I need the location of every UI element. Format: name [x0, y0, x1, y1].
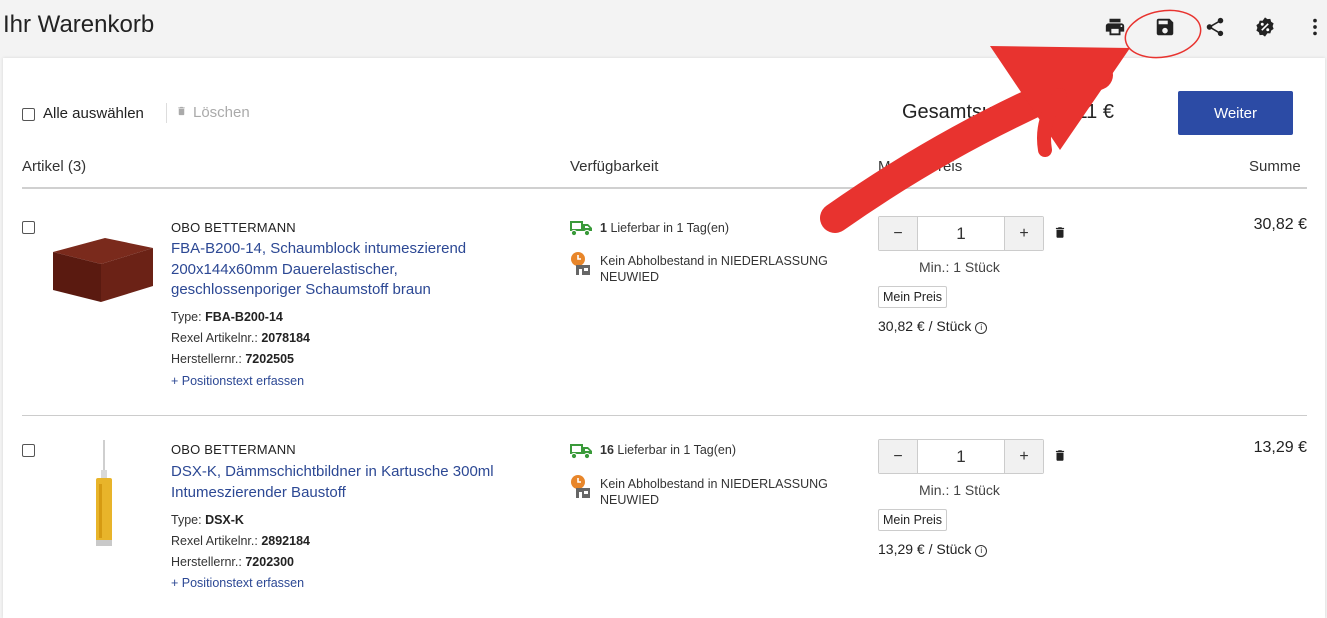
stock-info: 16 Lieferbar in 1 Tag(en) [600, 442, 736, 458]
quantity-stepper[interactable]: − 1 + [878, 439, 1044, 474]
quantity-input[interactable]: 1 [918, 217, 1004, 250]
column-header-quantity-price: Menge/Preis [878, 158, 963, 175]
header-divider [22, 187, 1307, 189]
column-header-availability: Verfügbarkeit [570, 158, 659, 175]
remove-item-trash-icon[interactable] [1053, 224, 1067, 246]
product-type: Type: FBA-B200-14 [171, 310, 283, 324]
select-all-label[interactable]: Alle auswählen [43, 105, 144, 122]
unit-price: 30,82 € / Stück i [878, 318, 988, 334]
pickup-clock-icon [570, 251, 592, 282]
my-price-badge[interactable]: Mein Preis [878, 509, 948, 531]
row-divider [22, 415, 1307, 416]
unit-price: 13,29 € / Stück i [878, 541, 988, 557]
save-icon[interactable] [1154, 16, 1178, 40]
quantity-stepper[interactable]: − 1 + [878, 216, 1044, 251]
minimum-quantity: Min.: 1 Stück [919, 482, 1000, 498]
delete-button[interactable]: Löschen [193, 104, 250, 121]
page-title: Ihr Warenkorb [3, 11, 155, 38]
next-button[interactable]: Weiter [1178, 91, 1293, 135]
stock-text: Lieferbar in 1 Tag(en) [610, 221, 730, 235]
product-manufacturer-number: Herstellernr.: 7202505 [171, 352, 294, 366]
print-icon[interactable] [1104, 16, 1128, 40]
type-value: DSX-K [205, 513, 244, 527]
decrease-quantity-button[interactable]: − [879, 440, 918, 473]
header: Ihr Warenkorb [0, 0, 1327, 58]
column-header-sum: Summe [1249, 158, 1301, 175]
minimum-quantity: Min.: 1 Stück [919, 259, 1000, 275]
stock-qty: 16 [600, 443, 614, 457]
settings-badge-icon[interactable] [1254, 16, 1278, 40]
stock-info: 1 Lieferbar in 1 Tag(en) [600, 220, 729, 236]
share-icon[interactable] [1204, 16, 1228, 40]
product-rexel-number: Rexel Artikelnr.: 2892184 [171, 534, 310, 548]
mfr-value: 7202505 [245, 352, 295, 366]
product-image-foam-block[interactable] [49, 234, 157, 309]
quantity-input[interactable]: 1 [918, 440, 1004, 473]
remove-item-trash-icon[interactable] [1053, 447, 1067, 469]
stock-qty: 1 [600, 221, 607, 235]
increase-quantity-button[interactable]: + [1004, 440, 1043, 473]
add-position-text-link[interactable]: + Positionstext erfassen [171, 374, 304, 388]
item-checkbox[interactable] [22, 221, 35, 234]
info-icon[interactable]: i [975, 545, 988, 557]
unit-price-text: 30,82 € / Stück [878, 318, 972, 334]
pickup-info: Kein Abholbestand in NIEDERLASSUNG NEUWI… [600, 477, 828, 507]
mfr-value: 7202300 [245, 555, 295, 569]
column-header-article: Artikel (3) [22, 158, 87, 175]
pickup-clock-icon [570, 474, 592, 505]
product-type: Type: DSX-K [171, 513, 244, 527]
my-price-badge[interactable]: Mein Preis [878, 286, 948, 308]
product-brand: OBO BETTERMANN [171, 220, 296, 235]
more-vertical-icon[interactable] [1304, 16, 1327, 40]
truck-icon [569, 219, 593, 242]
type-label: Type: [171, 513, 202, 527]
rexel-value: 2892184 [261, 534, 310, 548]
cart-total: Gesamtsumme: 44,11 € [902, 101, 1114, 123]
product-manufacturer-number: Herstellernr.: 7202300 [171, 555, 294, 569]
info-icon[interactable]: i [975, 322, 988, 334]
line-sum: 13,29 € [1253, 439, 1307, 456]
truck-icon [569, 442, 593, 465]
pickup-info: Kein Abholbestand in NIEDERLASSUNG NEUWI… [600, 254, 828, 284]
rexel-label: Rexel Artikelnr.: [171, 331, 258, 345]
rexel-value: 2078184 [261, 331, 310, 345]
product-name-link[interactable]: DSX-K, Dämmschichtbildner in Kartusche 3… [171, 462, 531, 503]
product-name-link[interactable]: FBA-B200-14, Schaumblock intumeszierend … [171, 239, 531, 301]
product-image-cartridge[interactable] [93, 440, 115, 553]
product-rexel-number: Rexel Artikelnr.: 2078184 [171, 331, 310, 345]
add-position-text-link[interactable]: + Positionstext erfassen [171, 576, 304, 590]
increase-quantity-button[interactable]: + [1004, 217, 1043, 250]
trash-icon [176, 104, 187, 123]
decrease-quantity-button[interactable]: − [879, 217, 918, 250]
mfr-label: Herstellernr.: [171, 555, 242, 569]
product-brand: OBO BETTERMANN [171, 442, 296, 457]
type-label: Type: [171, 310, 202, 324]
item-checkbox[interactable] [22, 444, 35, 457]
rexel-label: Rexel Artikelnr.: [171, 534, 258, 548]
mfr-label: Herstellernr.: [171, 352, 242, 366]
type-value: FBA-B200-14 [205, 310, 283, 324]
unit-price-text: 13,29 € / Stück [878, 541, 972, 557]
divider [166, 103, 167, 123]
cart-card: Alle auswählen Löschen Gesamtsumme: 44,1… [3, 58, 1325, 618]
line-sum: 30,82 € [1253, 216, 1307, 233]
stock-text: Lieferbar in 1 Tag(en) [617, 443, 736, 457]
select-all-checkbox[interactable] [22, 108, 35, 121]
